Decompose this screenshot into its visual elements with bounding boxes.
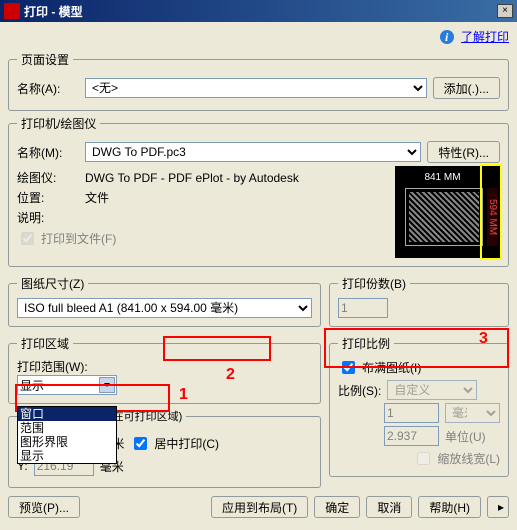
preview-button[interactable]: 预览(P)... xyxy=(8,496,80,518)
chevron-down-icon[interactable] xyxy=(99,377,115,393)
paper-size-legend: 图纸尺寸(Z) xyxy=(17,275,88,292)
copies-input xyxy=(338,298,388,318)
annotation-yellow-box xyxy=(480,164,502,260)
print-area-legend: 打印区域 xyxy=(17,335,73,352)
page-setup-legend: 页面设置 xyxy=(17,51,73,68)
ratio-select: 自定义 xyxy=(387,380,477,400)
page-setup-group: 页面设置 名称(A): <无> 添加(.)... xyxy=(8,51,509,111)
help-link[interactable]: 了解打印 xyxy=(461,30,509,44)
add-button[interactable]: 添加(.)... xyxy=(433,77,500,99)
dropdown-option[interactable]: 范围 xyxy=(18,421,116,435)
help-button[interactable]: 帮助(H) xyxy=(418,496,481,518)
annotation-1: 1 xyxy=(179,386,188,404)
print-range-dropdown[interactable]: 窗口 范围 图形界限 显示 xyxy=(17,406,117,464)
plotter-label: 绘图仪: xyxy=(17,169,79,186)
copies-group: 打印份数(B) xyxy=(329,275,509,327)
center-label: 居中打印(C) xyxy=(154,435,219,452)
paper-size-select[interactable]: ISO full bleed A1 (841.00 x 594.00 毫米) xyxy=(17,298,312,318)
scale-num-input xyxy=(384,403,439,423)
plotter-value: DWG To PDF - PDF ePlot - by Autodesk xyxy=(85,171,299,185)
paper-preview: 841 MM 594 MM xyxy=(395,166,500,258)
ok-button[interactable]: 确定 xyxy=(314,496,360,518)
ratio-label: 比例(S): xyxy=(338,382,381,399)
app-icon xyxy=(4,3,20,19)
printer-name-select[interactable]: DWG To PDF.pc3 xyxy=(85,142,421,162)
close-icon[interactable]: × xyxy=(497,4,513,18)
titlebar: 打印 - 模型 × xyxy=(0,0,517,22)
printer-legend: 打印机/绘图仪 xyxy=(17,115,100,132)
window-title: 打印 - 模型 xyxy=(24,3,497,20)
scale-group: 打印比例 布满图纸(I) 比例(S): 自定义 毫米 单位(U) 缩放线宽(L) xyxy=(329,335,509,477)
properties-button[interactable]: 特性(R)... xyxy=(427,141,500,163)
fit-checkbox[interactable] xyxy=(342,361,355,374)
dropdown-option[interactable]: 显示 xyxy=(18,449,116,463)
apply-button[interactable]: 应用到布局(T) xyxy=(211,496,308,518)
print-area-group: 打印区域 打印范围(W): 显示 窗口 范围 图形界限 显示 1 xyxy=(8,335,321,404)
dropdown-option[interactable]: 窗口 xyxy=(18,407,116,421)
printer-name-label: 名称(M): xyxy=(17,144,79,161)
print-to-file-label: 打印到文件(F) xyxy=(41,230,116,247)
page-name-label: 名称(A): xyxy=(17,80,79,97)
center-checkbox[interactable] xyxy=(134,437,147,450)
location-label: 位置: xyxy=(17,189,79,206)
print-to-file-checkbox xyxy=(21,232,34,245)
scale-legend: 打印比例 xyxy=(338,335,394,352)
lineweight-label: 缩放线宽(L) xyxy=(437,450,500,467)
print-range-select[interactable]: 显示 xyxy=(17,375,117,395)
scale-unit2-label: 单位(U) xyxy=(445,428,500,445)
expand-button[interactable]: ▸ xyxy=(487,496,509,518)
location-value: 文件 xyxy=(85,189,109,206)
annotation-2: 2 xyxy=(226,366,235,384)
annotation-3: 3 xyxy=(479,330,488,348)
cancel-button[interactable]: 取消 xyxy=(366,496,412,518)
page-name-select[interactable]: <无> xyxy=(85,78,427,98)
info-icon: i xyxy=(440,30,454,44)
fit-label: 布满图纸(I) xyxy=(362,359,421,376)
paper-size-group: 图纸尺寸(Z) ISO full bleed A1 (841.00 x 594.… xyxy=(8,275,321,327)
preview-width: 841 MM xyxy=(405,172,480,183)
dropdown-option[interactable]: 图形界限 xyxy=(18,435,116,449)
copies-legend: 打印份数(B) xyxy=(338,275,410,292)
scale-denom-input xyxy=(384,426,439,446)
printer-group: 打印机/绘图仪 名称(M): DWG To PDF.pc3 特性(R)... 绘… xyxy=(8,115,509,267)
lineweight-checkbox xyxy=(417,452,430,465)
help-row: i 了解打印 xyxy=(8,26,509,47)
print-range-label: 打印范围(W): xyxy=(17,358,312,375)
desc-label: 说明: xyxy=(17,209,79,226)
scale-unit-select: 毫米 xyxy=(445,403,500,423)
